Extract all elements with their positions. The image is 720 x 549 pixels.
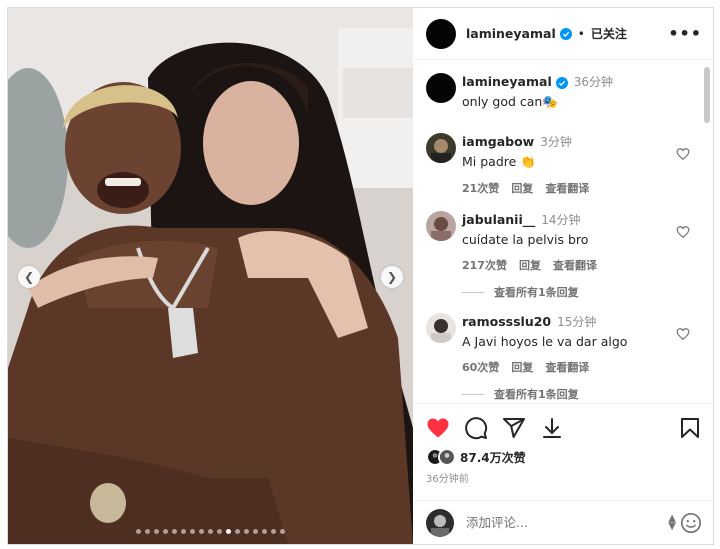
author-username[interactable]: lamineyamal <box>466 26 556 41</box>
post-timestamp: 36分钟前 <box>426 474 469 485</box>
emoji-icon[interactable] <box>680 512 702 534</box>
carousel-dot <box>253 529 258 534</box>
view-replies-button[interactable]: 查看所有1条回复 <box>462 386 579 402</box>
comment-time: 14分钟 <box>541 213 581 227</box>
carousel-dot <box>262 529 267 534</box>
reply-button[interactable]: 回复 <box>519 259 541 272</box>
view-replies-label: 查看所有1条回复 <box>494 286 579 299</box>
carousel-dot <box>136 529 141 534</box>
carousel-dot <box>181 529 186 534</box>
post-actions: 87.4万次赞 36分钟前 <box>414 403 714 499</box>
chevron-left-icon: ❮ <box>23 270 35 284</box>
post-caption: lamineyamal 36分钟 only god can🎭 <box>426 73 613 110</box>
like-heart-icon[interactable] <box>426 416 450 440</box>
comment-input[interactable] <box>466 515 646 530</box>
likes-summary[interactable]: 87.4万次赞 <box>426 448 526 466</box>
reply-button[interactable]: 回复 <box>511 182 533 195</box>
translate-button[interactable]: 查看翻译 <box>545 182 589 195</box>
chevron-right-icon: ❯ <box>386 270 398 284</box>
carousel-dot <box>172 529 177 534</box>
liker-avatar <box>438 448 456 466</box>
commenter-username[interactable]: jabulanii__ <box>462 212 535 227</box>
comment-time: 3分钟 <box>540 135 572 149</box>
comment-item: ramossslu20 15分钟 A Javi hoyos le va dar a… <box>426 313 702 375</box>
current-user-avatar <box>426 508 454 537</box>
post-header: lamineyamal • 已关注 ••• <box>414 8 714 60</box>
verified-badge-icon <box>555 76 568 89</box>
next-image-button[interactable]: ❯ <box>381 266 403 288</box>
comments-scrollbar[interactable] <box>704 67 710 123</box>
post-dialog: ❮ ❯ lamineyamal • 已关注 ••• lamineyamal 36分… <box>7 7 714 545</box>
commenter-avatar[interactable] <box>426 313 456 343</box>
commenter-avatar[interactable] <box>426 133 456 163</box>
carousel-dot <box>163 529 168 534</box>
carousel-dot <box>280 529 285 534</box>
carousel-dot <box>217 529 222 534</box>
commenter-avatar[interactable] <box>426 211 456 241</box>
carousel-dot <box>244 529 249 534</box>
comment-icon[interactable] <box>464 416 488 440</box>
commenter-username[interactable]: ramossslu20 <box>462 314 551 329</box>
comments-list[interactable]: lamineyamal 36分钟 only god can🎭 iamgabow 3分… <box>414 61 714 403</box>
previous-image-button[interactable]: ❮ <box>18 266 40 288</box>
post-side-panel: lamineyamal • 已关注 ••• lamineyamal 36分钟 on… <box>414 8 714 544</box>
view-replies-label: 查看所有1条回复 <box>494 388 579 401</box>
carousel-dot <box>271 529 276 534</box>
likes-count[interactable]: 87.4万次赞 <box>460 449 526 466</box>
verified-badge-icon <box>559 27 572 40</box>
comment-likes[interactable]: 217次赞 <box>462 259 507 272</box>
comment-likes[interactable]: 21次赞 <box>462 182 499 195</box>
reply-button[interactable]: 回复 <box>511 361 533 374</box>
comment-text: Mi padre 👏 <box>462 154 536 169</box>
carousel-dot <box>208 529 213 534</box>
comment-item: jabulanii__ 14分钟 cuídate la pelvis bro 21… <box>426 211 702 273</box>
commenter-username[interactable]: iamgabow <box>462 134 534 149</box>
sort-arrows-icon[interactable]: ▲ ▼ <box>668 513 676 531</box>
translate-button[interactable]: 查看翻译 <box>545 361 589 374</box>
separator-dot: • <box>577 26 585 41</box>
like-comment-heart-icon[interactable] <box>676 147 690 161</box>
comment-time: 15分钟 <box>557 315 597 329</box>
carousel-dot <box>199 529 204 534</box>
carousel-indicator <box>8 529 413 534</box>
carousel-dot <box>235 529 240 534</box>
caption-avatar[interactable] <box>426 73 456 103</box>
view-replies-button[interactable]: 查看所有1条回复 <box>462 284 579 300</box>
comment-composer: ▲▼ <box>414 500 714 544</box>
comment-likes[interactable]: 60次赞 <box>462 361 499 374</box>
carousel-dot <box>226 529 231 534</box>
replies-divider <box>462 291 484 293</box>
replies-divider <box>462 393 484 395</box>
caption-time: 36分钟 <box>573 75 614 89</box>
comment-text: A Javi hoyos le va dar algo <box>462 334 628 349</box>
photo-illustration <box>8 8 413 544</box>
translate-button[interactable]: 查看翻译 <box>553 259 597 272</box>
like-comment-heart-icon[interactable] <box>676 225 690 239</box>
caption-username[interactable]: lamineyamal <box>462 74 552 89</box>
comment-text: cuídate la pelvis bro <box>462 232 589 247</box>
download-icon[interactable] <box>540 416 564 440</box>
comment-item: iamgabow 3分钟 Mi padre 👏 21次赞 回复 查看翻译 <box>426 133 702 196</box>
share-icon[interactable] <box>502 416 526 440</box>
more-options-button[interactable]: ••• <box>668 24 702 43</box>
follow-button[interactable]: 已关注 <box>591 25 627 42</box>
carousel-dot <box>145 529 150 534</box>
carousel-dot <box>190 529 195 534</box>
caption-text: only god can🎭 <box>462 94 558 109</box>
post-image[interactable]: ❮ ❯ <box>8 8 413 544</box>
author-avatar[interactable] <box>426 18 456 49</box>
carousel-dot <box>154 529 159 534</box>
like-comment-heart-icon[interactable] <box>676 327 690 341</box>
bookmark-icon[interactable] <box>678 416 702 440</box>
